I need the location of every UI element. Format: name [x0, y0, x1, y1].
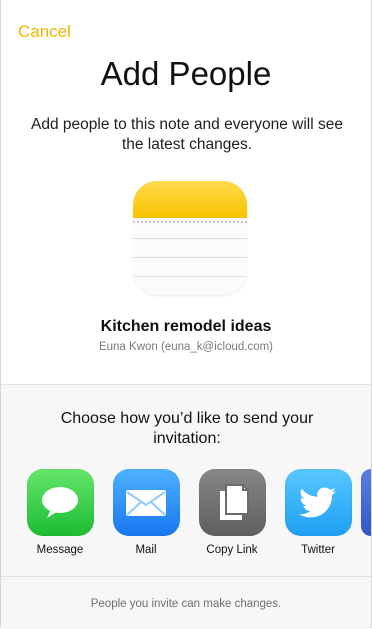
share-option-copy-link[interactable]: Copy Link	[189, 469, 275, 556]
footer-note: People you invite can make changes.	[90, 598, 282, 610]
mail-icon[interactable]	[112, 469, 180, 536]
notes-icon-line-3	[133, 276, 247, 277]
share-option-more-partial[interactable]	[361, 469, 371, 536]
footer-divider	[1, 576, 371, 577]
add-people-screen: Cancel Add People Add people to this not…	[0, 0, 372, 629]
page-subtitle: Add people to this note and everyone wil…	[31, 116, 343, 153]
notes-icon-dotted-line	[133, 221, 247, 225]
share-option-mail-label: Mail	[135, 544, 157, 556]
cancel-button[interactable]: Cancel	[18, 22, 71, 42]
share-option-mail[interactable]: Mail	[103, 469, 189, 556]
notes-icon-line-1	[133, 238, 247, 239]
notes-app-icon	[133, 181, 247, 295]
share-option-twitter-label: Twitter	[301, 544, 335, 556]
twitter-icon[interactable]	[284, 469, 352, 536]
copy-link-icon[interactable]	[198, 469, 266, 536]
share-section: Choose how you’d like to send your invit…	[1, 384, 371, 629]
notes-icon-header	[133, 181, 247, 218]
share-partial-icon[interactable]	[361, 469, 371, 536]
share-option-message-label: Message	[36, 544, 84, 556]
message-icon[interactable]	[26, 469, 94, 536]
notes-icon-line-2	[133, 257, 247, 258]
note-title: Kitchen remodel ideas	[100, 318, 272, 335]
share-option-message[interactable]: Message	[17, 469, 103, 556]
note-owner: Euna Kwon (euna_k@icloud.com)	[98, 341, 274, 353]
page-title: Add People	[100, 55, 272, 92]
share-option-twitter[interactable]: Twitter	[275, 469, 361, 556]
invite-header-section: Cancel Add People Add people to this not…	[1, 0, 371, 384]
share-apps-row: Message Mail Copy Link Twitter	[1, 469, 371, 559]
share-prompt: Choose how you’d like to send your invit…	[60, 410, 314, 447]
share-option-copy-link-label: Copy Link	[206, 544, 258, 556]
